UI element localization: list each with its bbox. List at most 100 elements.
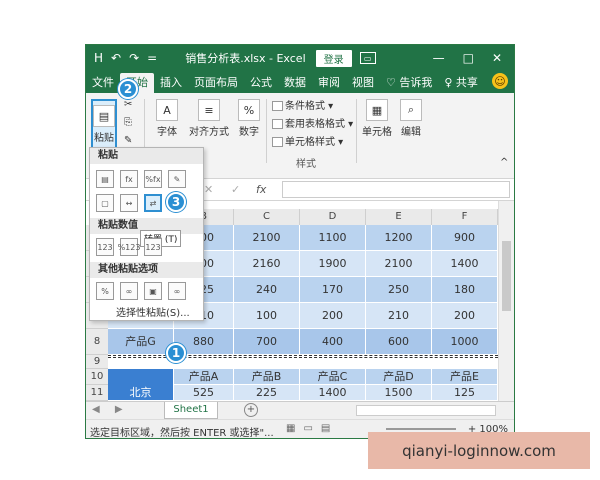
table-cell[interactable]: 200 — [300, 303, 366, 329]
table-cell[interactable]: 1400 — [300, 385, 366, 401]
table-cell[interactable]: 产品A — [174, 369, 234, 385]
collapse-ribbon-icon[interactable]: ^ — [500, 157, 508, 168]
paste-no-borders-icon[interactable]: ▢ — [96, 194, 114, 212]
feedback-smile-icon[interactable]: ☺ — [492, 73, 508, 89]
table-cell[interactable]: 250 — [366, 277, 432, 303]
tab-review[interactable]: 审阅 — [312, 73, 346, 93]
column-header-c[interactable]: C — [234, 209, 300, 225]
paste-transpose-icon[interactable]: ⇄ — [144, 194, 162, 212]
paste-values-icon[interactable]: 123 — [96, 238, 114, 256]
cancel-icon[interactable]: ✕ — [204, 183, 213, 196]
table-cell[interactable]: 产品G — [108, 329, 174, 355]
table-cell[interactable]: 100 — [234, 303, 300, 329]
page-layout-view-icon[interactable]: ▭ — [303, 423, 312, 434]
table-cell[interactable]: 1100 — [300, 225, 366, 251]
login-button[interactable]: 登录 — [315, 49, 352, 67]
zoom-slider[interactable] — [386, 428, 456, 430]
save-icon[interactable]: H — [94, 51, 103, 65]
tab-data[interactable]: 数据 — [278, 73, 312, 93]
paste-values-number-format-icon[interactable]: %123 — [118, 238, 140, 256]
tell-me-search[interactable]: ♡ 告诉我 — [380, 73, 438, 93]
editing-button[interactable]: ⌕ 编辑 — [396, 99, 426, 138]
table-cell[interactable]: 1900 — [300, 251, 366, 277]
table-cell[interactable]: 北京 — [108, 385, 174, 401]
row-header-11[interactable]: 11 — [86, 385, 108, 401]
column-header-f[interactable]: F — [432, 209, 498, 225]
copy-icon[interactable]: ⎘ — [124, 117, 132, 128]
number-button[interactable]: % 数字 — [234, 99, 264, 138]
table-cell[interactable]: 125 — [432, 385, 498, 401]
table-cell[interactable]: 200 — [432, 303, 498, 329]
row-header-10[interactable]: 10 — [86, 369, 108, 385]
cut-icon[interactable]: ✂ — [124, 99, 132, 110]
alignment-button[interactable]: ≡ 对齐方式 — [186, 99, 232, 138]
table-cell[interactable]: 525 — [174, 385, 234, 401]
row-header-9[interactable]: 9 — [86, 355, 108, 369]
table-cell[interactable]: 1000 — [432, 329, 498, 355]
cell-style-button[interactable]: 单元格样式 ▾ — [272, 133, 343, 148]
paste-values-source-format-icon[interactable]: 123 — [144, 238, 162, 256]
font-button[interactable]: A 字体 — [150, 99, 184, 138]
table-cell[interactable]: 1200 — [366, 225, 432, 251]
insert-function-icon[interactable]: fx — [256, 183, 266, 196]
tab-page-layout[interactable]: 页面布局 — [188, 73, 244, 93]
add-sheet-button[interactable]: + — [244, 403, 258, 417]
table-cell[interactable]: 600 — [366, 329, 432, 355]
sheet-tab-sheet1[interactable]: Sheet1 — [164, 402, 218, 419]
table-cell[interactable]: 产品D — [366, 369, 432, 385]
table-cell[interactable]: 2160 — [234, 251, 300, 277]
paste-picture-icon[interactable]: ▣ — [144, 282, 162, 300]
table-cell[interactable]: 700 — [234, 329, 300, 355]
table-cell[interactable]: 产品C — [300, 369, 366, 385]
scroll-thumb[interactable] — [502, 241, 511, 311]
normal-view-icon[interactable]: ▦ — [286, 423, 295, 434]
table-cell[interactable]: 2100 — [234, 225, 300, 251]
redo-icon[interactable]: ↷ — [129, 51, 139, 65]
tab-file[interactable]: 文件 — [86, 73, 120, 93]
table-format-button[interactable]: 套用表格格式 ▾ — [272, 115, 353, 130]
paste-formulas-icon[interactable]: fx — [120, 170, 138, 188]
share-button[interactable]: ♀ 共享 — [438, 73, 484, 93]
table-cell[interactable]: 240 — [234, 277, 300, 303]
minimize-button[interactable]: — — [433, 51, 445, 65]
tab-view[interactable]: 视图 — [346, 73, 380, 93]
page-break-view-icon[interactable]: ▤ — [321, 423, 330, 434]
paste-special-menu-item[interactable]: 选择性粘贴(S)... — [116, 304, 190, 319]
table-cell[interactable]: 900 — [432, 225, 498, 251]
paste-icon[interactable]: ▤ — [96, 170, 114, 188]
undo-icon[interactable]: ↶ — [111, 51, 121, 65]
row-header-8[interactable]: 8 — [86, 329, 108, 355]
table-cell[interactable]: 180 — [432, 277, 498, 303]
sheet-nav-arrows[interactable]: ◀ ▶ — [92, 404, 129, 415]
format-painter-icon[interactable]: ✎ — [124, 135, 132, 146]
customize-qa-icon[interactable]: = — [147, 51, 157, 65]
close-button[interactable]: ✕ — [492, 51, 502, 65]
column-header-d[interactable]: D — [300, 209, 366, 225]
paste-keep-source-format-icon[interactable]: ✎ — [168, 170, 186, 188]
paste-formatting-icon[interactable]: % — [96, 282, 114, 300]
table-cell[interactable]: 产品E — [432, 369, 498, 385]
table-cell[interactable]: 1500 — [366, 385, 432, 401]
ribbon-display-options-icon[interactable]: ▭ — [359, 52, 376, 64]
restore-button[interactable]: □ — [463, 51, 474, 65]
table-cell[interactable]: 2100 — [366, 251, 432, 277]
formula-input[interactable] — [282, 181, 510, 198]
paste-formulas-number-format-icon[interactable]: %fx — [144, 170, 162, 188]
paste-link-icon[interactable]: ∞ — [120, 282, 138, 300]
tab-formulas[interactable]: 公式 — [244, 73, 278, 93]
table-cell[interactable]: 225 — [234, 385, 300, 401]
table-cell[interactable]: 产品B — [234, 369, 300, 385]
confirm-icon[interactable]: ✓ — [231, 183, 240, 196]
table-cell[interactable]: 210 — [366, 303, 432, 329]
horizontal-scrollbar[interactable] — [356, 405, 496, 416]
paste-keep-column-width-icon[interactable]: ↔ — [120, 194, 138, 212]
conditional-format-button[interactable]: 条件格式 ▾ — [272, 97, 333, 112]
table-cell[interactable]: 170 — [300, 277, 366, 303]
column-header-e[interactable]: E — [366, 209, 432, 225]
cells-button[interactable]: ▦ 单元格 — [360, 99, 394, 138]
paste-linked-picture-icon[interactable]: ∞ — [168, 282, 186, 300]
vertical-scrollbar[interactable] — [498, 201, 514, 401]
table-cell[interactable]: 400 — [300, 329, 366, 355]
table-cell[interactable]: 1400 — [432, 251, 498, 277]
tab-insert[interactable]: 插入 — [154, 73, 188, 93]
